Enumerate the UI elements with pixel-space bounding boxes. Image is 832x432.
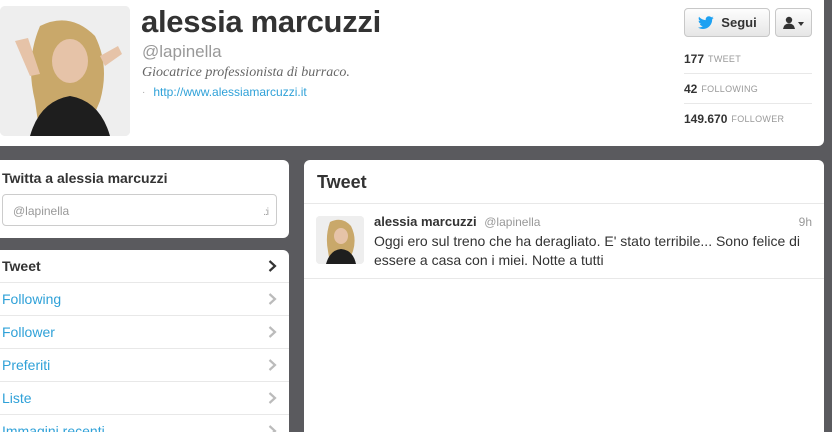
stat-label: FOLLOWER (731, 114, 785, 124)
tweet-avatar-photo (316, 216, 364, 264)
nav-item-label: Following (2, 291, 62, 307)
stat-value: 42 (684, 81, 698, 96)
timeline-title: Tweet (304, 160, 824, 204)
tweet-compose-placeholder: @lapinella (13, 204, 70, 218)
nav-item-tweet[interactable]: Tweet (0, 250, 289, 283)
profile-url-link[interactable]: http://www.alessiamarcuzzi.it (153, 85, 306, 99)
follow-button[interactable]: Segui (684, 8, 770, 37)
tweet-timeline: Tweet alessia marcuzzi @lapinella 9h Ogg… (304, 160, 824, 432)
user-actions-button[interactable] (775, 8, 812, 37)
tweet-author-handle[interactable]: @lapinella (484, 215, 540, 229)
profile-nav: Tweet Following Follower Preferiti Liste… (0, 250, 289, 432)
stat-value: 177 (684, 51, 705, 66)
tweet-text: Oggi ero sul treno che ha deragliato. E'… (374, 233, 801, 268)
chevron-right-icon (268, 326, 277, 338)
tweet-to-box: Twitta a alessia marcuzzi @lapinella .:i (0, 160, 289, 238)
chevron-right-icon (268, 293, 277, 305)
nav-item-label: Tweet (2, 258, 41, 274)
caret-down-icon (797, 21, 804, 26)
nav-item-liste[interactable]: Liste (0, 382, 289, 415)
stat-label: TWEET (708, 53, 742, 64)
tweet-timestamp[interactable]: 9h (799, 215, 812, 229)
nav-item-label: Preferiti (2, 357, 51, 373)
nav-item-immagini-recenti[interactable]: Immagini recenti (0, 415, 289, 432)
tweet-author-name[interactable]: alessia marcuzzi (374, 214, 477, 229)
nav-item-follower[interactable]: Follower (0, 316, 289, 349)
user-icon (782, 16, 804, 29)
profile-photo (0, 6, 130, 136)
nav-item-label: Immagini recenti (2, 423, 105, 432)
link-icon: · (142, 86, 146, 98)
nav-item-label: Follower (2, 324, 55, 340)
chevron-right-icon (268, 359, 277, 371)
tweet-item[interactable]: alessia marcuzzi @lapinella 9h Oggi ero … (304, 204, 824, 279)
twitter-bird-icon (698, 15, 715, 29)
stat-following[interactable]: 42 FOLLOWING (684, 74, 812, 104)
nav-item-preferiti[interactable]: Preferiti (0, 349, 289, 382)
chevron-right-icon (268, 425, 277, 432)
nav-item-label: Liste (2, 390, 32, 406)
chevron-right-icon (268, 392, 277, 404)
tweet-compose-input[interactable]: @lapinella .:i (2, 194, 277, 226)
follow-button-label: Segui (721, 15, 757, 30)
stat-value: 149.670 (684, 112, 728, 126)
profile-header: alessia marcuzzi @lapinella Giocatrice p… (0, 0, 824, 146)
tweet-to-title: Twitta a alessia marcuzzi (2, 170, 168, 186)
profile-handle: @lapinella (142, 42, 222, 61)
tweet-header: alessia marcuzzi @lapinella (374, 214, 540, 229)
profile-stats: 177 TWEET 42 FOLLOWING 149.670 FOLLOWER (684, 44, 812, 134)
chevron-right-icon (268, 260, 277, 272)
stat-label: FOLLOWING (701, 83, 759, 94)
nav-item-following[interactable]: Following (0, 283, 289, 316)
profile-url-row: · http://www.alessiamarcuzzi.it (142, 85, 307, 99)
profile-avatar[interactable] (0, 6, 130, 136)
tweet-avatar[interactable] (316, 216, 364, 264)
profile-bio: Giocatrice professionista di burraco. (142, 65, 350, 80)
stat-tweets[interactable]: 177 TWEET (684, 44, 812, 74)
stat-followers[interactable]: 149.670 FOLLOWER (684, 104, 812, 134)
resize-grip-icon: .:i (263, 207, 269, 218)
profile-name: alessia marcuzzi (141, 4, 381, 39)
